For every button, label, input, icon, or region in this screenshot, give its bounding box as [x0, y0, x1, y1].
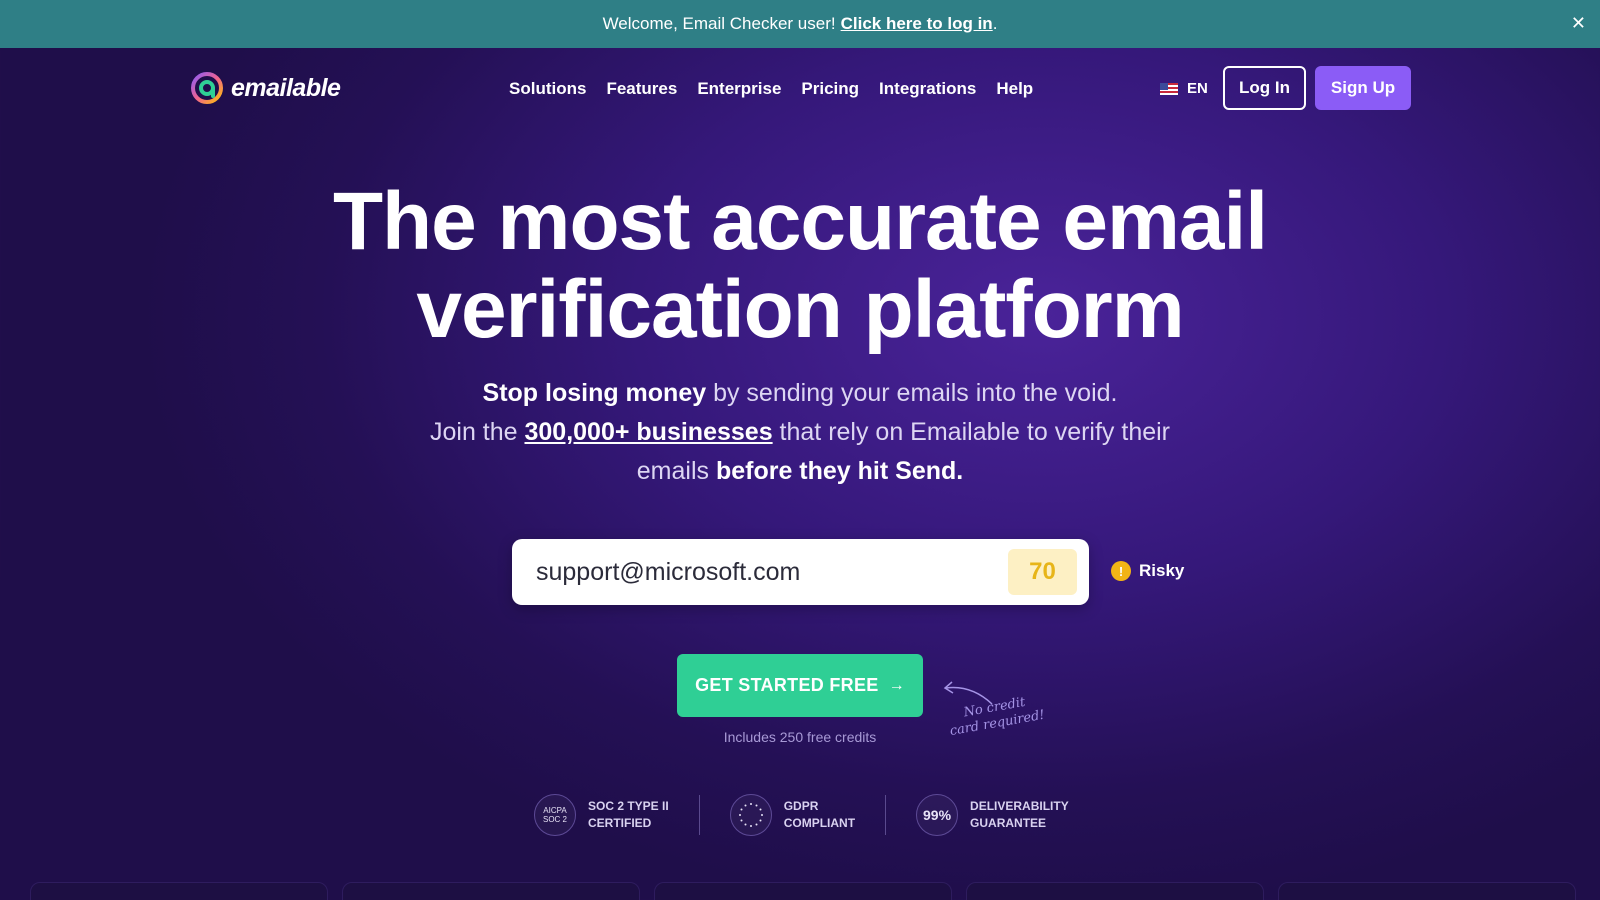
status-badge: ! Risky [1111, 561, 1184, 581]
soc2-line1: SOC 2 TYPE II [588, 799, 669, 813]
free-credits-note: Includes 250 free credits [723, 729, 877, 745]
gdpr-line1: GDPR [783, 799, 819, 813]
welcome-banner: Welcome, Email Checker user! Click here … [0, 0, 1600, 48]
language-label: EN [1187, 80, 1208, 97]
menu-solutions[interactable]: Solutions [509, 79, 586, 99]
badge-divider [698, 795, 700, 835]
soc2-line2: CERTIFIED [588, 816, 652, 830]
score-badge: 70 [1008, 549, 1077, 595]
hero-sub-bold1: Stop losing money [482, 379, 707, 407]
deliverability-line1: DELIVERABILITY [970, 799, 1069, 813]
hero-title: The most accurate email verification pla… [200, 178, 1400, 354]
hero-sub-bold2: before they hit Send. [715, 457, 964, 485]
banner-login-link[interactable]: Click here to log in [841, 14, 993, 34]
aicpa-icon: AICPA SOC 2 [534, 794, 576, 836]
feature-card [966, 882, 1264, 900]
soc2-badge: AICPA SOC 2 SOC 2 TYPE II CERTIFIED [534, 794, 669, 836]
feature-cards [30, 882, 1576, 900]
hero-title-line2: verification platform [416, 264, 1184, 355]
aicpa-line2: SOC 2 [542, 815, 567, 824]
deliverability-badge: 99% DELIVERABILITY GUARANTEE [916, 794, 1069, 836]
warning-icon: ! [1111, 561, 1131, 581]
hero-sub-text2: Join the [429, 418, 525, 446]
menu-help[interactable]: Help [996, 79, 1033, 99]
banner-text: Welcome, Email Checker user! [602, 14, 836, 33]
logo-text: emailable [231, 73, 341, 102]
soc2-label: SOC 2 TYPE II CERTIFIED [588, 798, 669, 832]
email-input[interactable] [536, 553, 996, 591]
trust-badges: AICPA SOC 2 SOC 2 TYPE II CERTIFIED GDPR … [534, 794, 1069, 836]
aicpa-line1: AICPA [543, 806, 567, 815]
language-selector[interactable]: EN [1160, 80, 1208, 97]
menu-pricing[interactable]: Pricing [801, 79, 859, 99]
banner-suffix: . [992, 14, 998, 33]
main-menu: Solutions Features Enterprise Pricing In… [509, 79, 1053, 99]
feature-card [1278, 882, 1576, 900]
menu-enterprise[interactable]: Enterprise [697, 79, 781, 99]
cta-label: GET STARTED FREE [695, 675, 879, 695]
deliverability-label: DELIVERABILITY GUARANTEE [970, 798, 1069, 832]
gdpr-label: GDPR COMPLIANT [784, 798, 855, 832]
feature-card [342, 882, 640, 900]
menu-integrations[interactable]: Integrations [879, 79, 976, 99]
hero-sub-text1: by sending your emails into the void. [706, 379, 1118, 407]
status-label: Risky [1139, 561, 1185, 580]
email-checker: 70 [512, 539, 1089, 605]
deliverability-line2: GUARANTEE [970, 816, 1047, 830]
eu-stars-icon [729, 794, 772, 836]
feature-card [654, 882, 952, 900]
logo[interactable]: emailable [189, 70, 341, 106]
signup-button[interactable]: Sign Up [1315, 66, 1411, 110]
close-icon[interactable]: ✕ [1571, 13, 1586, 34]
feature-card [30, 882, 328, 900]
gdpr-line2: COMPLIANT [783, 816, 856, 830]
gdpr-badge: GDPR COMPLIANT [729, 794, 855, 836]
hero-title-line1: The most accurate email [332, 176, 1268, 267]
badge-divider [885, 795, 887, 835]
us-flag-icon [1160, 82, 1178, 95]
logo-icon [191, 72, 223, 104]
hero-subtitle: Stop losing money by sending your emails… [400, 374, 1200, 491]
login-button[interactable]: Log In [1223, 66, 1306, 110]
arrow-right-icon: → [888, 676, 905, 694]
get-started-button[interactable]: GET STARTED FREE → [677, 654, 923, 717]
top-nav: emailable Solutions Features Enterprise … [0, 48, 1600, 130]
percent-icon: 99% [916, 794, 959, 836]
menu-features[interactable]: Features [606, 79, 677, 99]
businesses-link[interactable]: 300,000+ businesses [525, 418, 773, 446]
